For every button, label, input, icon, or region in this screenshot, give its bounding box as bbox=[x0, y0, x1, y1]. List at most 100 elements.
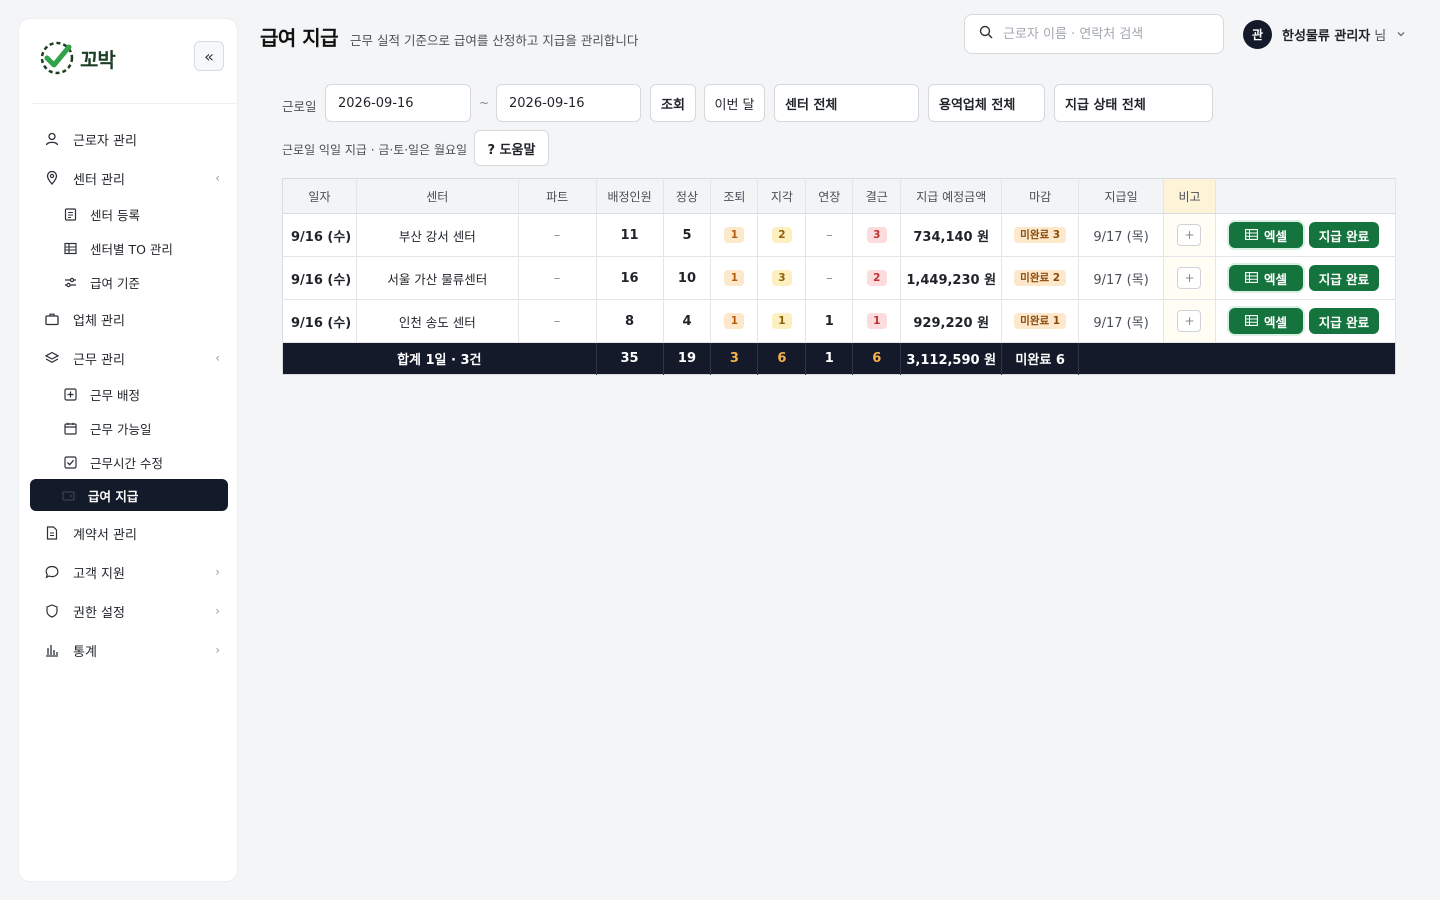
sidebar-item-label: 계약서 관리 bbox=[73, 527, 137, 543]
table-total-row: 합계 1일 · 3건 35 19 3 6 1 6 3,112,590 원 미완료… bbox=[282, 342, 1396, 375]
user-menu[interactable]: 관 한성물류 관리자 님 bbox=[1243, 20, 1406, 49]
file-text-icon bbox=[44, 525, 60, 541]
mark-paid-button[interactable]: 지급 완료 bbox=[1308, 222, 1379, 248]
sidebar-item-centers[interactable]: 센터 관리 ‹ bbox=[32, 163, 228, 193]
excel-download-button[interactable]: 엑셀 bbox=[1228, 265, 1303, 291]
sidebar-item-work-hours[interactable]: 근무시간 수정 bbox=[32, 447, 228, 477]
table-icon bbox=[1245, 228, 1258, 243]
sidebar-item-center-register[interactable]: 센터 등록 bbox=[32, 199, 228, 229]
sidebar-item-work[interactable]: 근무 관리 ‹ bbox=[32, 343, 228, 373]
absent-badge[interactable]: 1 bbox=[866, 313, 887, 329]
logo[interactable]: 꼬박 bbox=[38, 38, 116, 78]
sidebar-item-pay-standard[interactable]: 급여 기준 bbox=[32, 267, 228, 297]
logo-row: 꼬박 « bbox=[32, 32, 238, 104]
cell-payday: 9/17 (목) bbox=[1078, 299, 1165, 343]
sidebar-item-payroll[interactable]: 급여 지급 bbox=[30, 479, 228, 511]
absent-badge[interactable]: 2 bbox=[866, 270, 887, 286]
logo-check-icon bbox=[38, 39, 76, 77]
cell-early-leave: 1 bbox=[710, 256, 759, 300]
excel-download-button[interactable]: 엑셀 bbox=[1228, 308, 1303, 334]
vendor-select[interactable]: 용역업체 전체 bbox=[928, 84, 1045, 122]
late-badge[interactable]: 3 bbox=[771, 270, 792, 286]
cell-note: + bbox=[1163, 299, 1216, 343]
col-header-part: 파트 bbox=[518, 178, 597, 214]
sidebar-item-support[interactable]: 고객 지원 › bbox=[32, 557, 228, 587]
sidebar-item-label: 통계 bbox=[73, 644, 97, 660]
cell-absent: 3 bbox=[852, 213, 902, 257]
late-badge[interactable]: 2 bbox=[771, 227, 792, 243]
table-header-row: 일자 센터 파트 배정인원 정상 조퇴 지각 연장 결근 지급 예정금액 마감 … bbox=[282, 178, 1397, 214]
help-button[interactable]: ? 도움말 bbox=[474, 130, 549, 166]
close-status-badge[interactable]: 미완료 3 bbox=[1014, 227, 1067, 243]
this-month-button[interactable]: 이번 달 bbox=[704, 84, 765, 122]
sidebar-item-label: 근로자 관리 bbox=[73, 133, 137, 149]
cell-normal: 5 bbox=[663, 213, 712, 257]
total-label: 합계 1일 · 3건 bbox=[282, 342, 597, 375]
close-status-badge[interactable]: 미완료 2 bbox=[1014, 270, 1067, 286]
total-late: 6 bbox=[757, 342, 807, 375]
total-close: 미완료 6 bbox=[1001, 342, 1080, 375]
sidebar-item-workers[interactable]: 근로자 관리 bbox=[32, 124, 228, 154]
cell-overtime: 1 bbox=[805, 299, 854, 343]
collapse-sidebar-button[interactable]: « bbox=[194, 41, 224, 71]
col-header-close: 마감 bbox=[1001, 178, 1080, 214]
col-header-date: 일자 bbox=[282, 178, 357, 214]
chevron-left-icon: ‹ bbox=[215, 351, 220, 365]
search-input[interactable] bbox=[1003, 26, 1203, 42]
date-to-input[interactable]: 2026-09-16 bbox=[496, 84, 641, 122]
early-leave-badge[interactable]: 1 bbox=[724, 227, 745, 243]
chat-bubble-icon bbox=[44, 564, 60, 580]
col-header-late: 지각 bbox=[757, 178, 807, 214]
map-pin-icon bbox=[44, 170, 60, 186]
user-icon bbox=[44, 131, 60, 147]
payroll-table: 일자 센터 파트 배정인원 정상 조퇴 지각 연장 결근 지급 예정금액 마감 … bbox=[282, 178, 1397, 375]
sidebar-item-stats[interactable]: 통계 › bbox=[32, 635, 228, 665]
cell-close: 미완료 3 bbox=[1001, 213, 1080, 257]
add-note-button[interactable]: + bbox=[1177, 224, 1202, 246]
search-button[interactable]: 조회 bbox=[650, 84, 696, 122]
sidebar-item-label: 센터 관리 bbox=[73, 172, 125, 188]
sidebar-item-work-available[interactable]: 근무 가능일 bbox=[32, 413, 228, 443]
close-status-badge[interactable]: 미완료 1 bbox=[1014, 313, 1067, 329]
add-note-button[interactable]: + bbox=[1177, 267, 1202, 289]
cell-early-leave: 1 bbox=[710, 213, 759, 257]
mark-paid-button[interactable]: 지급 완료 bbox=[1308, 265, 1379, 291]
sidebar-item-label: 급여 기준 bbox=[90, 275, 140, 291]
excel-label: 엑셀 bbox=[1263, 271, 1287, 287]
sidebar-item-vendors[interactable]: 업체 관리 bbox=[32, 304, 228, 334]
early-leave-badge[interactable]: 1 bbox=[724, 270, 745, 286]
total-assigned: 35 bbox=[596, 342, 664, 375]
sidebar-item-permissions[interactable]: 권한 설정 › bbox=[32, 596, 228, 626]
sidebar-item-label: 근무 관리 bbox=[73, 352, 125, 368]
mark-paid-button[interactable]: 지급 완료 bbox=[1308, 308, 1379, 334]
cell-assigned: 8 bbox=[596, 299, 664, 343]
early-leave-badge[interactable]: 1 bbox=[724, 313, 745, 329]
excel-download-button[interactable]: 엑셀 bbox=[1228, 222, 1303, 248]
chevron-right-icon: › bbox=[215, 643, 220, 657]
search-box[interactable] bbox=[964, 14, 1224, 54]
table-icon bbox=[1245, 314, 1258, 329]
cell-late: 2 bbox=[757, 213, 807, 257]
sidebar-item-contracts[interactable]: 계약서 관리 bbox=[32, 518, 228, 548]
cell-actions: 엑셀 지급 완료 bbox=[1215, 256, 1397, 300]
center-select[interactable]: 센터 전체 bbox=[774, 84, 919, 122]
status-select[interactable]: 지급 상태 전체 bbox=[1054, 84, 1213, 122]
bar-chart-icon bbox=[44, 642, 60, 658]
total-early-leave: 3 bbox=[710, 342, 759, 375]
cell-amount: 929,220 원 bbox=[900, 299, 1003, 343]
sidebar-item-label: 센터 등록 bbox=[90, 207, 140, 223]
sidebar-item-label: 근무 배정 bbox=[90, 387, 140, 403]
check-square-icon bbox=[62, 454, 78, 470]
excel-label: 엑셀 bbox=[1263, 314, 1287, 330]
add-note-button[interactable]: + bbox=[1177, 310, 1202, 332]
sidebar-item-center-to[interactable]: 센터별 TO 관리 bbox=[32, 233, 228, 263]
layers-icon bbox=[44, 350, 60, 366]
cell-date: 9/16 (수) bbox=[282, 256, 357, 300]
absent-badge[interactable]: 3 bbox=[866, 227, 887, 243]
document-icon bbox=[62, 206, 78, 222]
sidebar-item-work-assign[interactable]: 근무 배정 bbox=[32, 379, 228, 409]
date-from-input[interactable]: 2026-09-16 bbox=[325, 84, 471, 122]
cell-late: 3 bbox=[757, 256, 807, 300]
cell-date: 9/16 (수) bbox=[282, 213, 357, 257]
late-badge[interactable]: 1 bbox=[771, 313, 792, 329]
